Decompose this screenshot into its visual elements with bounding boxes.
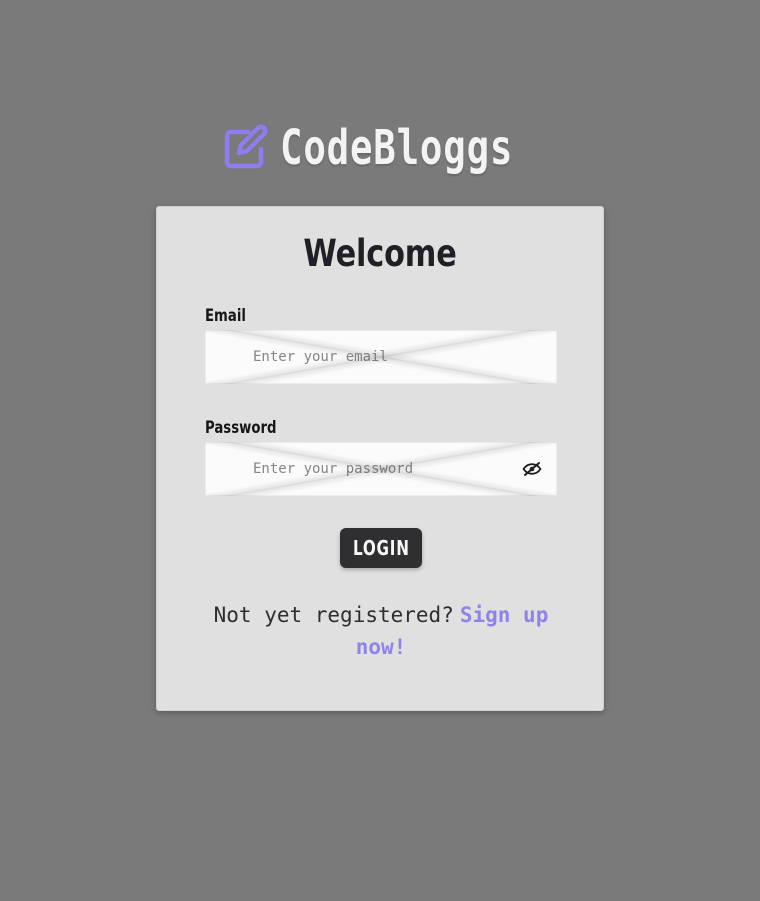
register-prompt: Not yet registered? xyxy=(213,603,454,627)
register-prompt-line: Not yet registered? Sign up now! xyxy=(205,599,557,663)
password-label: Password xyxy=(205,418,277,438)
brand-header: CodeBloggs xyxy=(0,112,760,184)
password-field[interactable] xyxy=(205,442,557,496)
login-button[interactable]: LOGIN xyxy=(340,528,422,568)
email-label: Email xyxy=(205,306,246,326)
login-card: Welcome Email Password LOGIN Not yet reg… xyxy=(156,206,604,711)
edit-icon xyxy=(220,122,272,174)
password-field-container xyxy=(205,442,557,496)
email-field-container xyxy=(205,330,557,384)
welcome-heading: Welcome xyxy=(303,232,457,275)
eye-off-icon[interactable] xyxy=(521,460,543,478)
email-field[interactable] xyxy=(205,330,557,384)
login-button-label: LOGIN xyxy=(352,536,410,560)
brand-name: CodeBloggs xyxy=(280,120,514,176)
